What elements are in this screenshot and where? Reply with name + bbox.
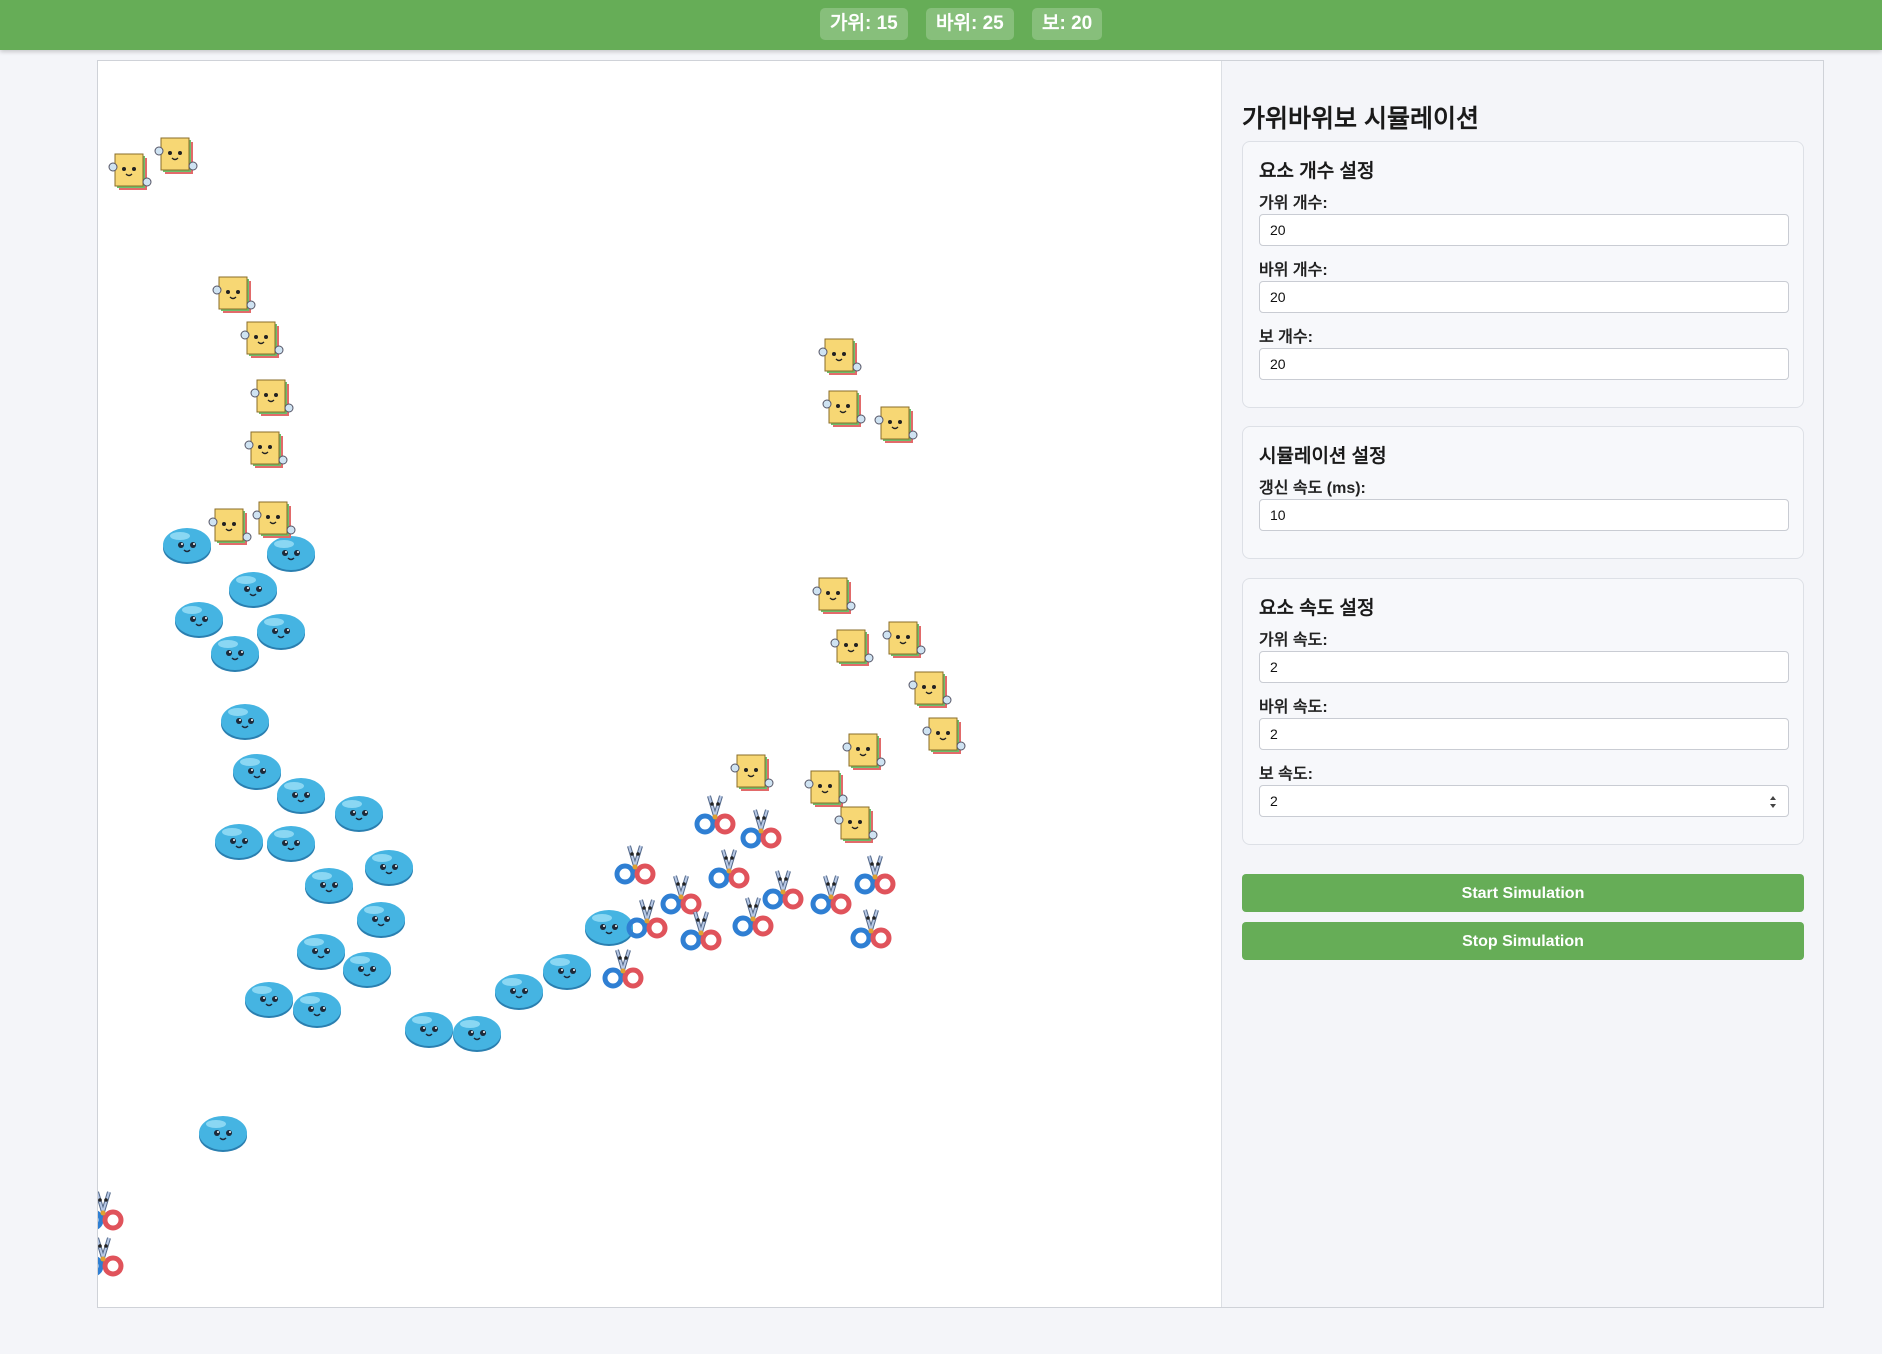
simulation-container: 가위바위보 시뮬레이션 요소 개수 설정 가위 개수: 바위 개수: 보 개수:… xyxy=(97,60,1824,1308)
interval-input[interactable] xyxy=(1259,499,1789,531)
paper-count-badge: 보: 20 xyxy=(1032,8,1103,40)
count-settings-group: 요소 개수 설정 가위 개수: 바위 개수: 보 개수: xyxy=(1242,141,1804,408)
scissors-icon xyxy=(614,845,656,885)
rock-icon xyxy=(343,952,391,988)
scissors-count-input[interactable] xyxy=(1259,214,1789,246)
paper-icon xyxy=(244,431,288,468)
start-simulation-button[interactable]: Start Simulation xyxy=(1242,874,1804,912)
scissors-icon xyxy=(602,949,644,989)
speed-settings-title: 요소 속도 설정 xyxy=(1259,598,1375,619)
paper-icon xyxy=(822,390,866,427)
stop-simulation-button[interactable]: Stop Simulation xyxy=(1242,922,1804,960)
scissors-icon xyxy=(850,909,892,949)
paper-icon xyxy=(874,406,918,443)
rock-speed-label: 바위 속도: xyxy=(1259,699,1328,716)
paper-icon xyxy=(830,629,874,666)
interval-label: 갱신 속도 (ms): xyxy=(1259,480,1366,497)
rock-icon xyxy=(199,1116,247,1152)
rock-icon xyxy=(257,614,305,650)
paper-icon xyxy=(834,806,878,843)
scissors-icon xyxy=(98,1237,124,1277)
simulation-settings-title: 시뮬레이션 설정 xyxy=(1259,446,1387,467)
paper-speed-input[interactable] xyxy=(1259,785,1789,817)
scissors-speed-input[interactable] xyxy=(1259,651,1789,683)
scissors-icon xyxy=(854,855,896,895)
rock-icon xyxy=(245,982,293,1018)
rock-icon xyxy=(267,826,315,862)
scissors-icon xyxy=(98,1191,124,1231)
scissors-speed-label: 가위 속도: xyxy=(1259,632,1328,649)
paper-icon xyxy=(818,338,862,375)
paper-speed-label: 보 속도: xyxy=(1259,766,1313,783)
count-settings-title: 요소 개수 설정 xyxy=(1259,161,1375,182)
rock-speed-input[interactable] xyxy=(1259,718,1789,750)
paper-icon xyxy=(922,717,966,754)
rock-icon xyxy=(277,778,325,814)
rock-icon xyxy=(163,528,211,564)
scissors-count-badge: 가위: 15 xyxy=(820,8,908,40)
scissors-icon xyxy=(680,911,722,951)
spinner-arrows-icon[interactable] xyxy=(1769,795,1777,809)
rock-icon xyxy=(229,572,277,608)
paper-icon xyxy=(108,153,152,190)
scissors-icon xyxy=(708,849,750,889)
top-bar: 가위: 15 바위: 25 보: 20 xyxy=(0,0,1882,50)
paper-count-input[interactable] xyxy=(1259,348,1789,380)
speed-settings-group: 요소 속도 설정 가위 속도: 바위 속도: 보 속도: xyxy=(1242,578,1804,845)
scissors-icon xyxy=(626,899,668,939)
rock-count-badge: 바위: 25 xyxy=(926,8,1014,40)
rock-icon xyxy=(357,902,405,938)
rock-icon xyxy=(453,1016,501,1052)
paper-icon xyxy=(882,621,926,658)
rock-count-label: 바위 개수: xyxy=(1259,262,1328,279)
paper-icon xyxy=(240,321,284,358)
paper-icon xyxy=(208,508,252,545)
paper-count-label: 보 개수: xyxy=(1259,329,1313,346)
scissors-icon xyxy=(694,795,736,835)
panel-title: 가위바위보 시뮬레이션 xyxy=(1242,105,1479,133)
rock-icon xyxy=(305,868,353,904)
rock-icon xyxy=(335,796,383,832)
rock-icon xyxy=(221,704,269,740)
simulation-settings-group: 시뮬레이션 설정 갱신 속도 (ms): xyxy=(1242,426,1804,559)
paper-icon xyxy=(250,379,294,416)
rock-icon xyxy=(293,992,341,1028)
paper-icon xyxy=(812,577,856,614)
paper-icon xyxy=(908,671,952,708)
rock-icon xyxy=(495,974,543,1010)
simulation-arena xyxy=(98,61,1221,1307)
paper-icon xyxy=(730,754,774,791)
paper-icon xyxy=(154,137,198,174)
scissors-count-label: 가위 개수: xyxy=(1259,195,1328,212)
rock-icon xyxy=(215,824,263,860)
rock-icon xyxy=(543,954,591,990)
rock-icon xyxy=(211,636,259,672)
rock-icon xyxy=(297,934,345,970)
paper-icon xyxy=(212,276,256,313)
control-panel: 가위바위보 시뮬레이션 요소 개수 설정 가위 개수: 바위 개수: 보 개수:… xyxy=(1221,61,1823,1307)
rock-icon xyxy=(365,850,413,886)
rock-count-input[interactable] xyxy=(1259,281,1789,313)
rock-icon xyxy=(405,1012,453,1048)
scissors-icon xyxy=(732,897,774,937)
paper-icon xyxy=(252,501,296,538)
